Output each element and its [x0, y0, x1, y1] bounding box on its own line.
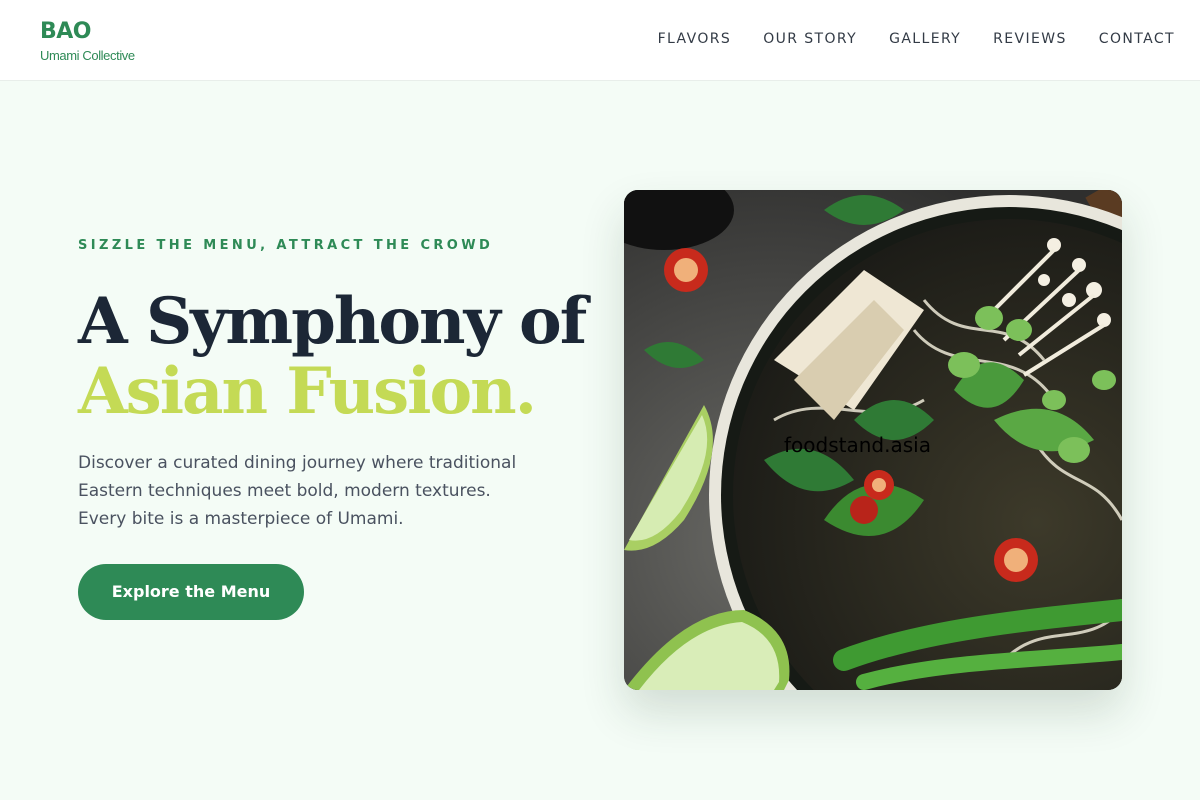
- image-watermark: foodstand.asia: [784, 433, 931, 457]
- brand-logo[interactable]: BAO Umami Collective: [40, 19, 135, 63]
- hero-food-image: foodstand.asia: [624, 190, 1122, 690]
- hero-tagline: SIZZLE THE MENU, ATTRACT THE CROWD: [78, 238, 494, 253]
- site-header: BAO Umami Collective FLAVORS OUR STORY G…: [0, 0, 1200, 81]
- nav-gallery[interactable]: GALLERY: [889, 30, 961, 48]
- explore-menu-button[interactable]: Explore the Menu: [78, 564, 304, 620]
- nav-our-story[interactable]: OUR STORY: [763, 30, 857, 48]
- brand-subtitle: Umami Collective: [40, 48, 135, 63]
- hero-description: Discover a curated dining journey where …: [78, 453, 517, 529]
- nav-flavors[interactable]: FLAVORS: [658, 30, 732, 48]
- hero-title-line-1: A Symphony of: [78, 284, 587, 359]
- main-nav: FLAVORS OUR STORY GALLERY REVIEWS CONTAC…: [658, 30, 1175, 48]
- hero-section: SIZZLE THE MENU, ATTRACT THE CROWD A Sym…: [78, 238, 598, 620]
- hero-title-line-2: Asian Fusion.: [78, 354, 537, 429]
- brand-name: BAO: [40, 19, 91, 44]
- pho-bowl-illustration: foodstand.asia: [624, 190, 1122, 690]
- nav-reviews[interactable]: REVIEWS: [993, 30, 1067, 48]
- nav-contact[interactable]: CONTACT: [1099, 30, 1175, 48]
- hero-title: A Symphony of Asian Fusion.: [78, 287, 598, 427]
